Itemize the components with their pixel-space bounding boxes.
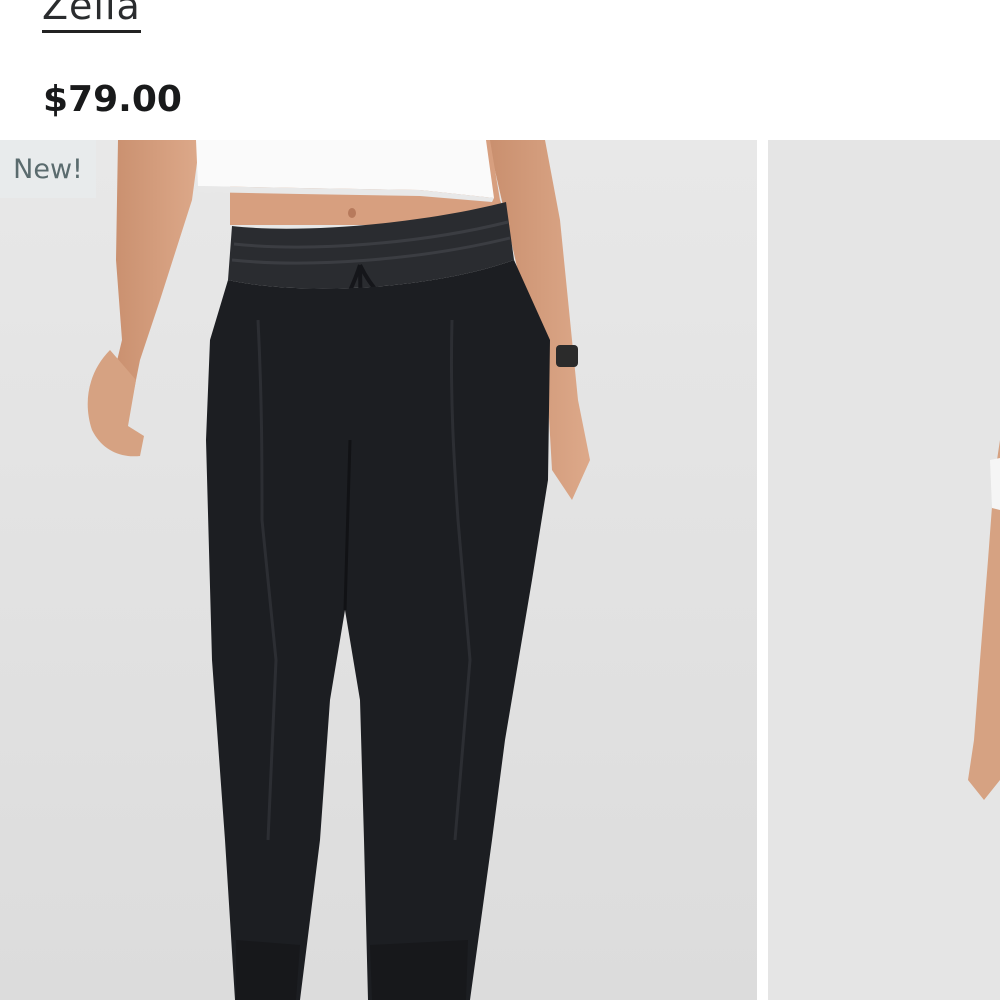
new-badge: New!	[0, 140, 96, 198]
product-photo-secondary	[768, 140, 1000, 1000]
product-image-main[interactable]: New!	[0, 140, 757, 1000]
product-price: $79.00	[43, 79, 182, 120]
product-image-gallery: New!	[0, 140, 1000, 1000]
product-photo	[0, 140, 757, 1000]
product-image-secondary[interactable]	[768, 140, 1000, 1000]
brand-link[interactable]: Zella	[42, 0, 141, 33]
